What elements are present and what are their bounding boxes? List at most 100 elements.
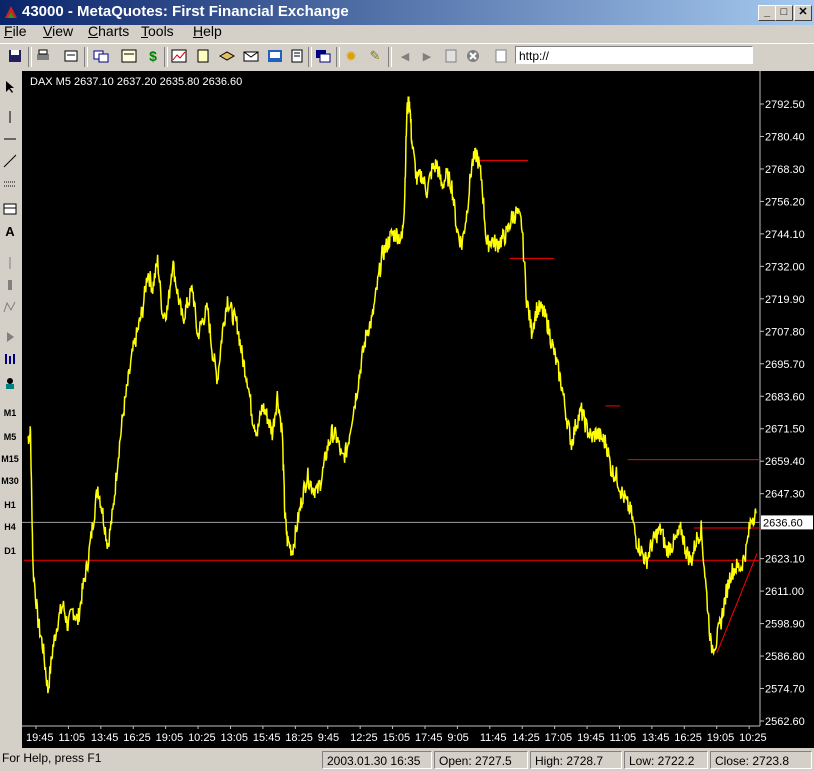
maximize-button[interactable]: □ — [775, 5, 793, 21]
timeframe-h4[interactable]: H4 — [1, 518, 19, 536]
x-tick-label: 11:05 — [58, 732, 85, 744]
tester-icon[interactable]: ✎ — [366, 47, 384, 65]
address-input[interactable]: http:// — [515, 46, 753, 64]
chart-icon[interactable] — [170, 47, 188, 65]
x-tick-label: 13:45 — [642, 732, 670, 744]
timeframe-d1[interactable]: D1 — [1, 542, 19, 560]
y-tick-label: 2659.40 — [765, 456, 805, 468]
y-tick-label: 2780.40 — [765, 131, 805, 143]
home-icon[interactable] — [492, 47, 510, 65]
y-tick-label: 2574.70 — [765, 684, 805, 696]
close-button[interactable]: ✕ — [794, 5, 812, 21]
timeframe-m1[interactable]: M1 — [1, 404, 19, 422]
timeframe-h1[interactable]: H1 — [1, 496, 19, 514]
list-icon[interactable] — [288, 47, 306, 65]
y-tick-label: 2647.30 — [765, 489, 805, 501]
menu-bar: File View Charts Tools Help — [0, 22, 814, 42]
window-title: 43000 - MetaQuotes: First Financial Exch… — [22, 3, 349, 20]
y-tick-label: 2707.80 — [765, 326, 805, 338]
y-tick-label: 2623.10 — [765, 554, 805, 566]
y-tick-label: 2562.60 — [765, 716, 805, 728]
x-tick-label: 15:45 — [253, 732, 281, 744]
y-tick-label: 2683.60 — [765, 391, 805, 403]
x-tick-label: 16:25 — [123, 732, 151, 744]
current-price-label: 2636.60 — [763, 517, 803, 529]
x-tick-label: 13:45 — [91, 732, 119, 744]
y-tick-label: 2671.50 — [765, 424, 805, 436]
status-high: High: 2728.7 — [530, 751, 622, 769]
price-series-line — [27, 96, 757, 694]
x-tick-label: 18:25 — [285, 732, 313, 744]
menu-view[interactable]: View — [43, 23, 73, 39]
properties-icon[interactable] — [62, 47, 80, 65]
x-tick-label: 11:05 — [609, 732, 636, 744]
wave-icon[interactable] — [1, 298, 19, 316]
chart-canvas[interactable]: 2792.50 2780.40 2768.30 2756.20 2744.10 2732.… — [22, 71, 814, 748]
timeframe-m30[interactable]: M30 — [1, 472, 19, 490]
drawing-toolbar: A M1 M5 M15 M30 H1 H4 D1 — [0, 72, 20, 748]
save-icon[interactable] — [6, 47, 24, 65]
vertical-line-icon[interactable] — [1, 108, 19, 126]
x-tick-label: 19:45 — [26, 732, 54, 744]
experts-icon[interactable] — [1, 374, 19, 392]
timeframe-m15[interactable]: M15 — [1, 450, 19, 468]
x-tick-label: 9:05 — [447, 732, 468, 744]
toolbar-separator — [336, 47, 340, 67]
trendline-icon[interactable] — [1, 152, 19, 170]
autoscroll-icon[interactable] — [1, 350, 19, 368]
mail-icon[interactable] — [242, 47, 260, 65]
y-tick-label: 2792.50 — [765, 99, 805, 111]
horizontal-line-icon[interactable] — [1, 130, 19, 148]
market-watch-icon[interactable] — [120, 47, 138, 65]
refresh-icon[interactable] — [442, 47, 460, 65]
toolbar-separator — [388, 47, 392, 67]
y-tick-label: 2719.90 — [765, 294, 805, 306]
menu-help[interactable]: Help — [193, 23, 222, 39]
forward-icon[interactable]: ▶ — [418, 47, 436, 65]
pencil-icon[interactable] — [1, 276, 19, 294]
toolbar-separator — [84, 47, 88, 67]
print-icon[interactable] — [34, 47, 52, 65]
windows-icon[interactable] — [314, 47, 332, 65]
terminal-icon[interactable] — [266, 47, 284, 65]
status-open: Open: 2727.5 — [434, 751, 528, 769]
x-tick-label: 12:25 — [350, 732, 378, 744]
x-tick-label: 10:25 — [739, 732, 767, 744]
y-tick-label: 2768.30 — [765, 164, 805, 176]
notepad-icon[interactable] — [194, 47, 212, 65]
expert-icon[interactable]: ✹ — [342, 47, 360, 65]
status-bar: For Help, press F1 2003.01.30 16:35 Open… — [0, 749, 814, 771]
back-icon[interactable]: ◀ — [396, 47, 414, 65]
status-close: Close: 2723.8 — [710, 751, 812, 769]
cursor-icon[interactable] — [1, 78, 19, 96]
toolbar-separator — [28, 47, 32, 67]
app-icon — [5, 6, 17, 18]
minimize-button[interactable]: _ — [758, 5, 776, 21]
menu-file[interactable]: File — [4, 23, 27, 39]
arrow-up-icon[interactable] — [1, 254, 19, 272]
x-tick-label: 19:45 — [577, 732, 605, 744]
menu-charts[interactable]: Charts — [88, 23, 129, 39]
book-icon[interactable] — [218, 47, 236, 65]
fibonacci-icon[interactable] — [1, 200, 19, 218]
toolbar-separator — [164, 47, 168, 67]
channel-icon[interactable] — [1, 176, 19, 194]
status-low: Low: 2722.2 — [624, 751, 708, 769]
price-chart[interactable]: 2792.50 2780.40 2768.30 2756.20 2744.10 2732.… — [22, 71, 814, 748]
y-tick-label: 2598.90 — [765, 619, 805, 631]
menu-tools[interactable]: Tools — [141, 23, 174, 39]
x-tick-label: 19:05 — [707, 732, 735, 744]
new-window-icon[interactable] — [92, 47, 110, 65]
stop-icon[interactable] — [464, 47, 482, 65]
y-tick-label: 2756.20 — [765, 196, 805, 208]
timeframe-m5[interactable]: M5 — [1, 428, 19, 446]
text-tool[interactable]: A — [1, 222, 19, 240]
x-tick-label: 10:25 — [188, 732, 216, 744]
x-tick-label: 14:25 — [512, 732, 540, 744]
dollar-icon[interactable]: $ — [144, 47, 162, 65]
toolbar-separator — [308, 47, 312, 67]
x-tick-label: 17:05 — [545, 732, 573, 744]
scroll-icon[interactable] — [1, 328, 19, 346]
y-tick-label: 2732.00 — [765, 261, 805, 273]
status-help-text: For Help, press F1 — [2, 751, 102, 765]
